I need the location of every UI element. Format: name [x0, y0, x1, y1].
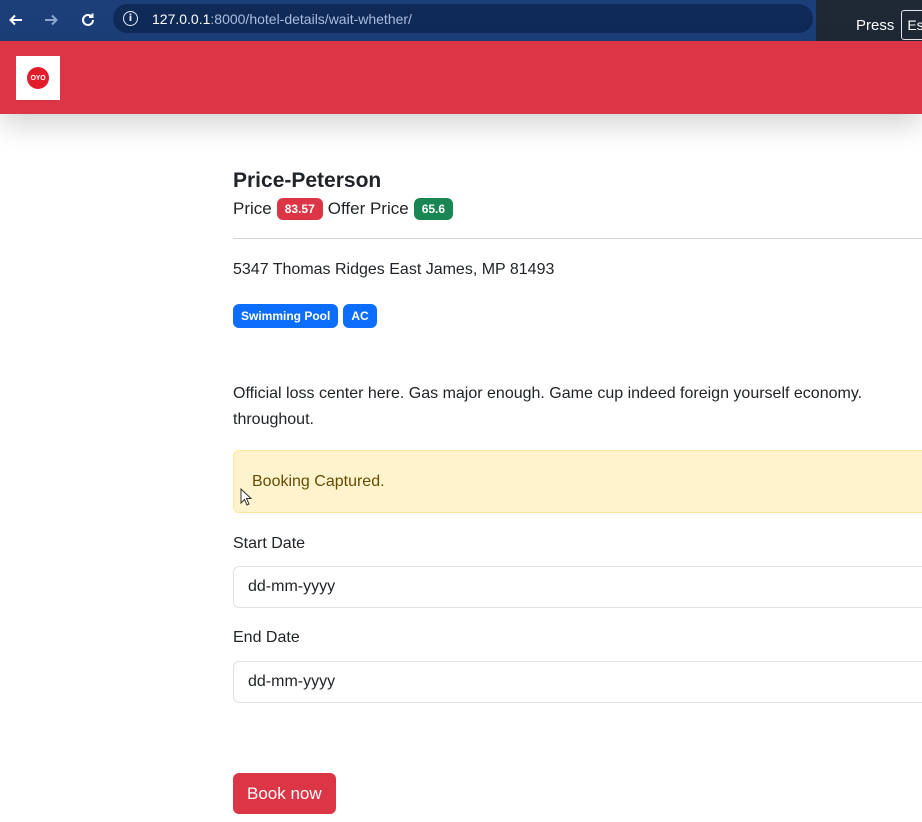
- book-now-button[interactable]: Book now: [233, 773, 336, 814]
- esc-key: Esc: [901, 10, 922, 40]
- amenities-list: Swimming Pool AC: [233, 304, 377, 328]
- url-host: 127.0.0.1: [152, 10, 211, 27]
- amenity-badge: AC: [343, 304, 377, 328]
- hotel-description: Official loss center here. Gas major eno…: [233, 385, 863, 428]
- browser-toolbar: i 127.0.0.1:8000/hotel-details/wait-whet…: [0, 0, 922, 41]
- alert-message: Booking Captured.: [252, 472, 385, 490]
- amenity-badge: Swimming Pool: [233, 304, 339, 328]
- url-path: :8000/hotel-details/wait-whether/: [210, 10, 412, 27]
- offer-price-badge: 65.6: [413, 198, 454, 220]
- start-date-input[interactable]: [233, 566, 922, 608]
- site-navbar: OYO: [0, 41, 922, 114]
- end-date-input[interactable]: [233, 661, 922, 703]
- oyo-logo-icon: OYO: [27, 67, 49, 89]
- hint-text: Press: [856, 16, 895, 34]
- price-badge: 83.57: [276, 198, 323, 220]
- hotel-name: Price-Peterson: [233, 169, 382, 192]
- site-info-icon[interactable]: i: [123, 11, 138, 26]
- brand-logo[interactable]: OYO: [16, 56, 60, 100]
- reload-icon[interactable]: [77, 9, 99, 31]
- price-label: Price: [233, 199, 272, 218]
- booking-alert: Booking Captured.: [233, 450, 922, 513]
- back-arrow-icon[interactable]: [5, 9, 27, 31]
- price-line: Price 83.57 Offer Price 65.6: [233, 197, 922, 221]
- hotel-details: Price-Peterson Price 83.57 Offer Price 6…: [233, 168, 922, 814]
- address-bar[interactable]: i 127.0.0.1:8000/hotel-details/wait-whet…: [113, 4, 813, 33]
- forward-arrow-icon[interactable]: [40, 9, 62, 31]
- hotel-address: 5347 Thomas Ridges East James, MP 81493: [233, 261, 555, 278]
- start-date-label: Start Date: [233, 535, 306, 552]
- end-date-label: End Date: [233, 629, 300, 646]
- mouse-cursor-icon: [240, 488, 252, 506]
- offer-price-label: Offer Price: [327, 199, 409, 218]
- divider: [233, 238, 922, 239]
